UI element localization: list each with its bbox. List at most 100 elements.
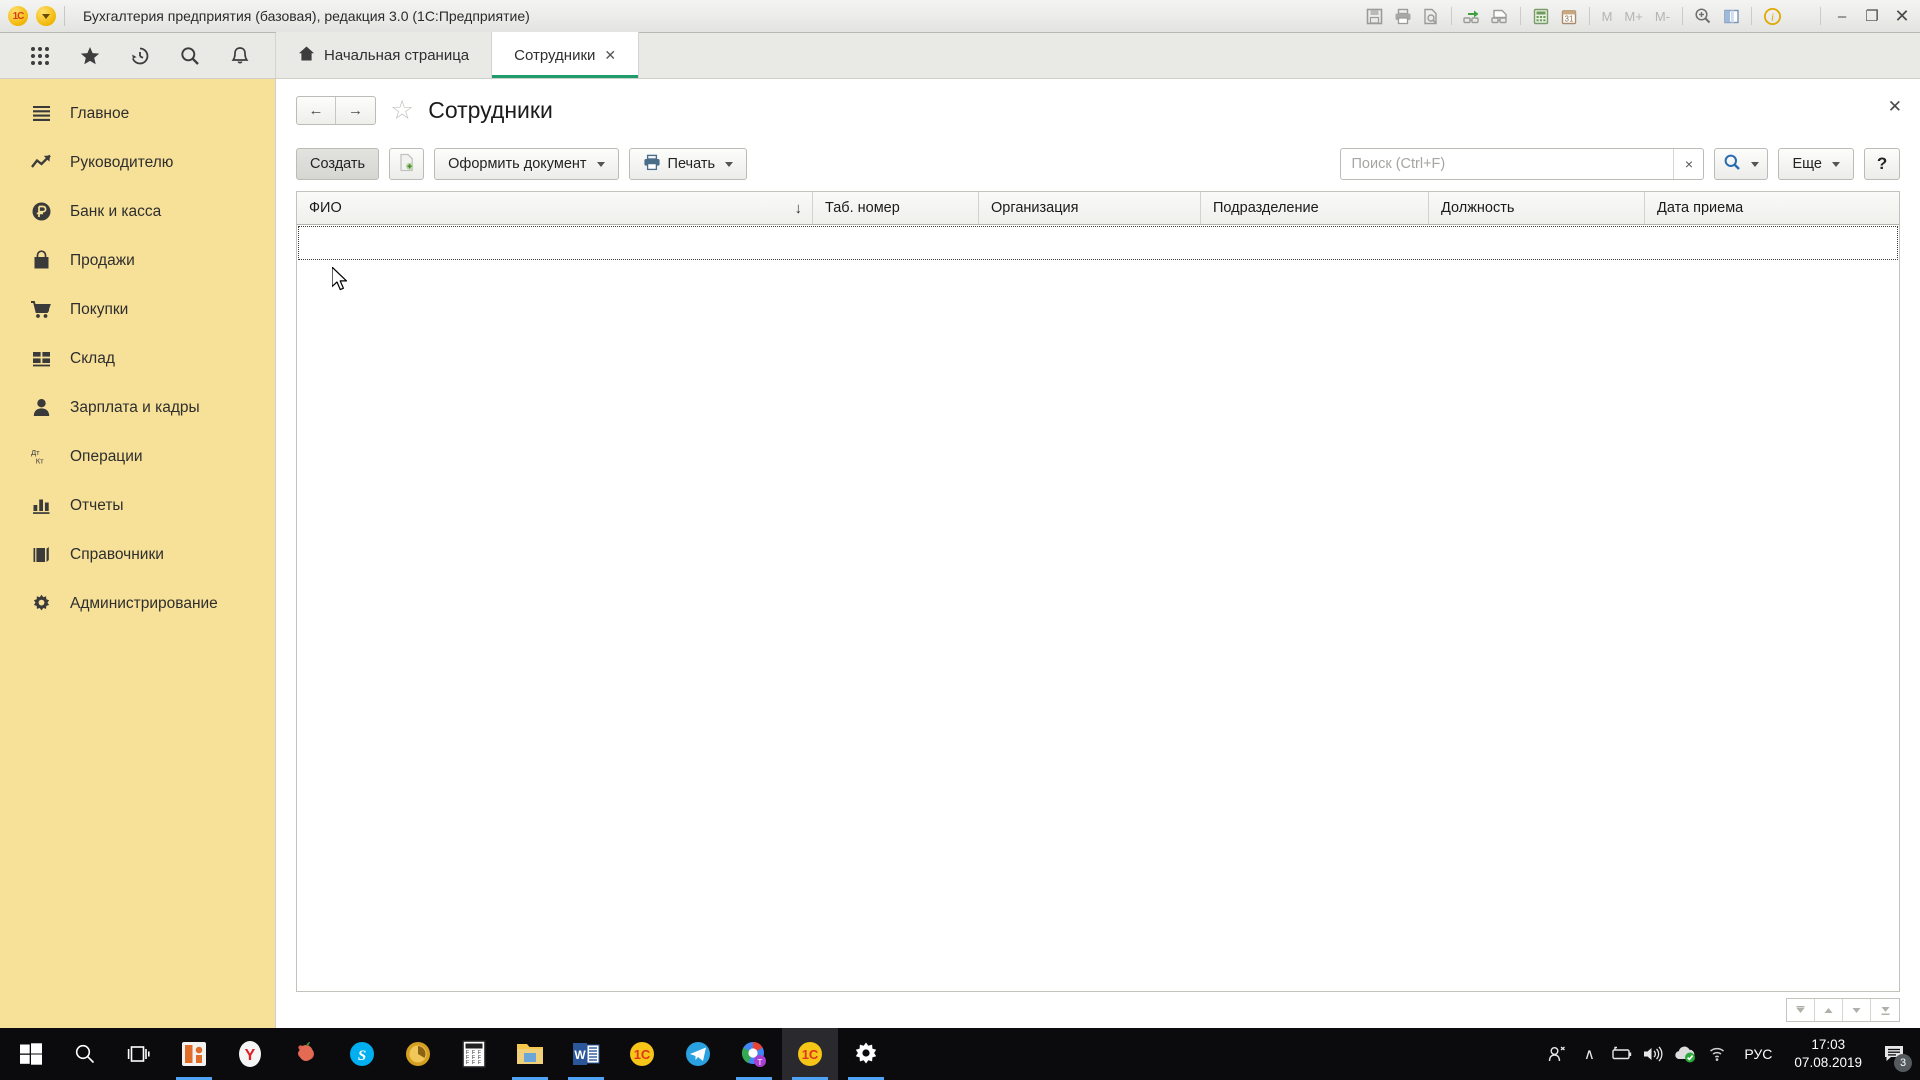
sidebar-item-label: Администрирование [70, 594, 218, 612]
taskbar-app-chrome[interactable]: T [726, 1028, 782, 1080]
zoom-icon[interactable] [1690, 4, 1716, 28]
taskbar-app-settings[interactable] [838, 1028, 894, 1080]
minimize-button[interactable]: – [1828, 4, 1856, 28]
people-icon[interactable] [1542, 1028, 1572, 1080]
column-header-fio[interactable]: ФИО ↓ [297, 192, 813, 224]
clock-date: 07.08.2019 [1794, 1055, 1862, 1070]
column-header-tab-nomer[interactable]: Таб. номер [813, 192, 979, 224]
restore-button[interactable]: ❐ [1858, 4, 1886, 28]
info-dropdown-icon[interactable] [1787, 4, 1813, 28]
main-menu-dropdown-button[interactable] [36, 6, 56, 26]
clock[interactable]: 17:03 07.08.2019 [1784, 1036, 1872, 1072]
print-link-icon[interactable] [1487, 4, 1513, 28]
taskbar-app-calculator[interactable]: FFFFFFFFF [446, 1028, 502, 1080]
tab-close-icon[interactable]: ✕ [604, 47, 616, 64]
sidebar-item-label: Зарплата и кадры [70, 398, 200, 416]
table-header-row: ФИО ↓ Таб. номер Организация Подразделен… [296, 191, 1900, 225]
previous-row-button[interactable] [1815, 999, 1843, 1021]
sidebar-item-label: Отчеты [70, 496, 124, 514]
print-preview-icon[interactable] [1418, 4, 1444, 28]
sidebar-item-administrirovanie[interactable]: Администрирование [0, 579, 275, 628]
onedrive-icon[interactable] [1670, 1028, 1700, 1080]
notifications-bell-icon[interactable] [216, 34, 264, 78]
wifi-icon[interactable] [1702, 1028, 1732, 1080]
last-row-button[interactable] [1871, 999, 1899, 1021]
column-header-data-priema[interactable]: Дата приема [1645, 192, 1899, 224]
taskbar-app-word[interactable]: W [558, 1028, 614, 1080]
show-hidden-icons-chevron[interactable]: ∧ [1574, 1028, 1604, 1080]
sidebar-item-bank-i-kassa[interactable]: Банк и касса [0, 187, 275, 236]
taskbar-app-media[interactable] [390, 1028, 446, 1080]
taskbar-app-apple[interactable] [278, 1028, 334, 1080]
tab-home[interactable]: Начальная страница [276, 32, 492, 78]
close-form-icon[interactable]: ✕ [1888, 97, 1902, 117]
help-button[interactable]: ? [1864, 148, 1900, 180]
taskbar-app-1c-second[interactable]: 1C [782, 1028, 838, 1080]
table-row[interactable] [298, 226, 1898, 260]
taskbar-app-skype[interactable]: S [334, 1028, 390, 1080]
divider [1450, 7, 1452, 25]
volume-icon[interactable] [1638, 1028, 1668, 1080]
memory-mplus-icon[interactable]: M+ [1619, 9, 1647, 24]
print-button[interactable]: Печать [628, 148, 748, 180]
task-view-button[interactable] [112, 1028, 166, 1080]
taskbar-app-telegram[interactable] [670, 1028, 726, 1080]
taskbar-app-yandex[interactable]: Y [222, 1028, 278, 1080]
next-row-button[interactable] [1843, 999, 1871, 1021]
books-icon [30, 544, 52, 566]
info-icon[interactable]: i [1759, 4, 1785, 28]
divider [1519, 7, 1521, 25]
search-icon[interactable] [166, 34, 214, 78]
taskbar-search-button[interactable] [58, 1028, 112, 1080]
sidebar-item-zarplata-i-kadry[interactable]: Зарплата и кадры [0, 383, 275, 432]
tab-employees[interactable]: Сотрудники ✕ [491, 32, 640, 78]
more-button[interactable]: Еще [1778, 148, 1854, 180]
close-button[interactable]: ✕ [1888, 4, 1916, 28]
sidebar-item-sklad[interactable]: Склад [0, 334, 275, 383]
search-box[interactable]: × [1340, 148, 1705, 180]
taskbar-app-office[interactable] [166, 1028, 222, 1080]
save-icon[interactable] [1362, 4, 1388, 28]
back-button[interactable]: ← [297, 96, 336, 124]
battery-icon[interactable] [1606, 1028, 1636, 1080]
favorites-star-icon[interactable] [66, 34, 114, 78]
start-button[interactable] [4, 1028, 58, 1080]
memory-m-icon[interactable]: M [1597, 9, 1618, 24]
search-input[interactable] [1341, 156, 1674, 172]
copy-button[interactable] [389, 148, 425, 180]
make-document-button[interactable]: Оформить документ [434, 148, 619, 180]
calculator-icon[interactable] [1528, 4, 1554, 28]
panels-icon[interactable] [1718, 4, 1744, 28]
search-options-button[interactable] [1714, 148, 1769, 180]
column-header-podrazdelenie[interactable]: Подразделение [1201, 192, 1429, 224]
table-body[interactable] [296, 225, 1900, 992]
create-button[interactable]: Создать [296, 148, 380, 180]
sidebar-item-otchety[interactable]: Отчеты [0, 481, 275, 530]
forward-button[interactable]: → [336, 97, 375, 124]
sidebar-item-operacii[interactable]: Дт Кт Операции [0, 432, 275, 481]
language-indicator[interactable]: РУС [1734, 1046, 1782, 1062]
all-functions-icon[interactable] [16, 34, 64, 78]
column-header-dolzhnost[interactable]: Должность [1429, 192, 1645, 224]
clear-search-icon[interactable]: × [1673, 149, 1703, 179]
sidebar-item-pokupki[interactable]: Покупки [0, 285, 275, 334]
column-label: Таб. номер [825, 200, 900, 216]
print-icon[interactable] [1390, 4, 1416, 28]
sidebar-item-glavnoe[interactable]: Главное [0, 89, 275, 138]
column-label: Должность [1441, 200, 1515, 216]
notifications-button[interactable]: 3 [1874, 1028, 1914, 1080]
column-header-organizaciya[interactable]: Организация [979, 192, 1201, 224]
add-to-favorites-icon[interactable]: ☆ [390, 96, 414, 124]
sidebar-item-spravochniki[interactable]: Справочники [0, 530, 275, 579]
link-forward-icon[interactable] [1459, 4, 1485, 28]
memory-mminus-icon[interactable]: M- [1650, 9, 1675, 24]
shopping-bag-icon [30, 250, 52, 272]
taskbar-app-1c-first[interactable]: 1C [614, 1028, 670, 1080]
sidebar-item-rukovoditelyu[interactable]: Руководителю [0, 138, 275, 187]
sidebar-item-prodazhi[interactable]: Продажи [0, 236, 275, 285]
taskbar-app-explorer[interactable] [502, 1028, 558, 1080]
history-clock-icon[interactable] [116, 34, 164, 78]
first-row-button[interactable] [1787, 999, 1815, 1021]
svg-text:F: F [472, 1060, 475, 1066]
calendar-icon[interactable]: 31 [1556, 4, 1582, 28]
